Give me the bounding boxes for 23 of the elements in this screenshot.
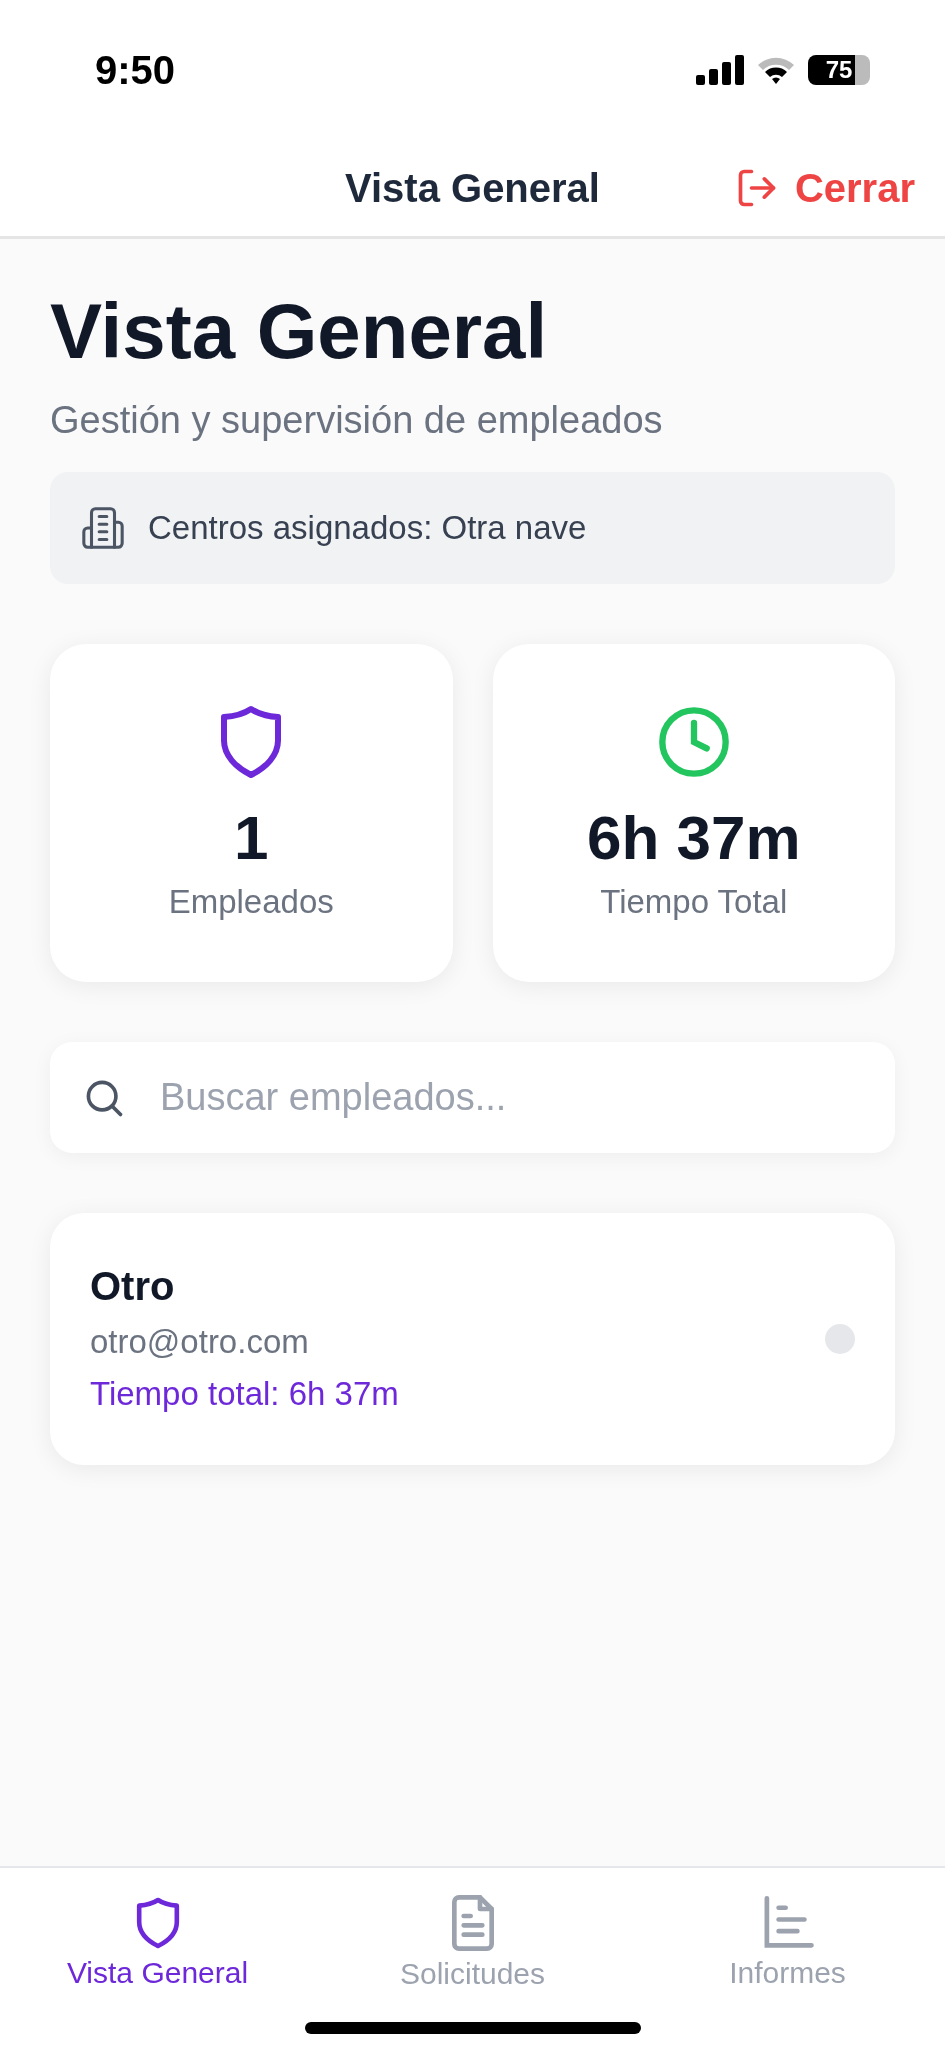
building-icon: [80, 504, 126, 551]
tab[interactable]: Vista General: [0, 1868, 315, 2018]
wifi-icon: [756, 55, 796, 85]
stat-value: 1: [234, 802, 269, 874]
employee-name: Otro: [90, 1264, 176, 1310]
stat-label: Tiempo Total: [600, 883, 788, 922]
status-time: 9:50: [95, 47, 176, 93]
notice-text: Centros asignados: Otra nave: [148, 508, 587, 547]
tab[interactable]: Solicitudes: [315, 1868, 630, 2018]
nav-title: Vista General: [345, 165, 600, 211]
signal-icon: [696, 55, 744, 85]
tab[interactable]: Informes: [630, 1868, 945, 2018]
employee-total-time: Tiempo total: 6h 37m: [90, 1375, 399, 1414]
employee-card[interactable]: Otro otro@otro.com Tiempo total: 6h 37m: [50, 1212, 895, 1465]
employee-email: otro@otro.com: [90, 1323, 310, 1362]
search-field[interactable]: Buscar empleados...: [50, 1041, 895, 1153]
page-subtitle: Gestión y supervisión de empleados: [50, 398, 664, 442]
battery-icon: 75: [808, 55, 870, 85]
logout-button[interactable]: Cerrar: [734, 165, 915, 211]
page-title: Vista General: [50, 289, 549, 375]
stat-value: 6h 37m: [586, 802, 801, 874]
shield-icon: [134, 1896, 181, 1950]
stat-label: Empleados: [168, 883, 334, 922]
